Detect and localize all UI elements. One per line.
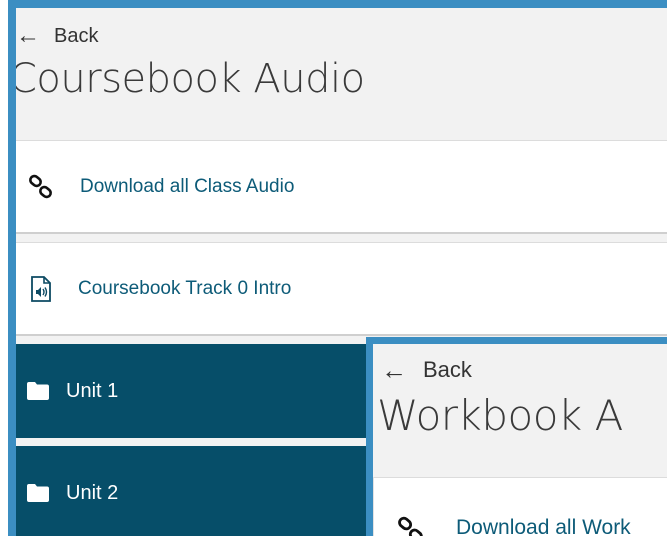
download-all-class-audio-link[interactable]: Download all Class Audio xyxy=(16,140,667,234)
arrow-left-icon: ← xyxy=(16,22,40,49)
page-title: Coursebook Audio xyxy=(9,56,365,102)
back-label: Back xyxy=(54,24,99,47)
download-all-workbook-audio-link[interactable]: Download all Work xyxy=(373,477,667,536)
back-label: Back xyxy=(423,357,472,382)
workbook-audio-panel: ← Back Workbook A Download all Work xyxy=(366,337,667,536)
row-label: Unit 1 xyxy=(66,379,119,402)
coursebook-track-0-intro-link[interactable]: Coursebook Track 0 Intro xyxy=(16,242,667,336)
audio-file-icon xyxy=(26,275,56,302)
folder-icon xyxy=(24,483,52,503)
row-label: Coursebook Track 0 Intro xyxy=(78,277,292,299)
link-icon xyxy=(394,516,428,536)
row-label: Unit 2 xyxy=(66,481,119,504)
row-label: Download all Work xyxy=(456,516,631,536)
page-title: Workbook A xyxy=(377,391,623,440)
back-button[interactable]: ← Back xyxy=(16,24,98,48)
folder-icon xyxy=(24,381,52,401)
row-label: Download all Class Audio xyxy=(80,175,295,197)
back-button[interactable]: ← Back xyxy=(381,357,472,383)
arrow-left-icon: ← xyxy=(381,355,407,385)
link-icon xyxy=(24,174,58,200)
